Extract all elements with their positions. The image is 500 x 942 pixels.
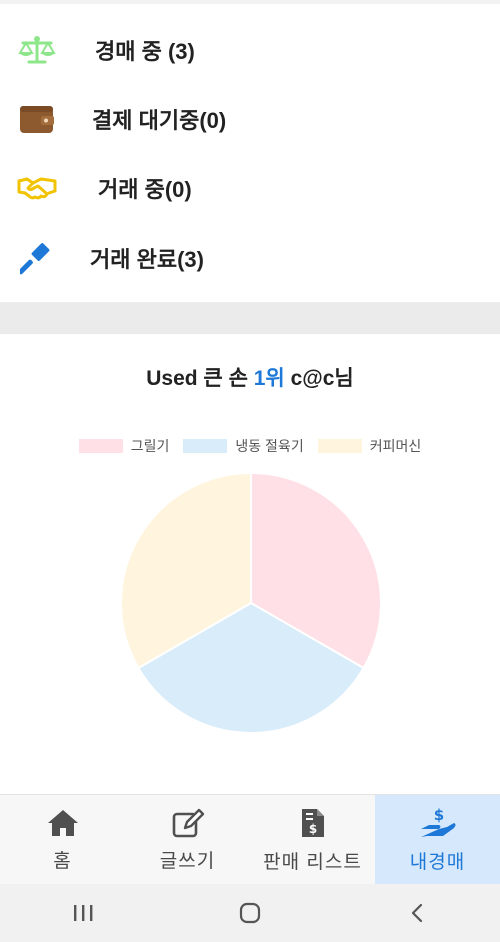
nav-label: 홈 bbox=[53, 850, 72, 872]
status-label: 거래 중(0) bbox=[98, 177, 192, 202]
status-row-payment-waiting[interactable]: 결제 대기중(0) bbox=[0, 95, 500, 143]
edit-icon bbox=[171, 808, 205, 838]
hand-dollar-icon: $ bbox=[419, 807, 457, 839]
home-system-button[interactable] bbox=[220, 893, 280, 933]
status-row-trading[interactable]: 거래 중(0) bbox=[0, 164, 500, 212]
svg-text:$: $ bbox=[433, 807, 443, 824]
legend-label: 냉동 절육기 bbox=[235, 438, 304, 454]
legend-item[interactable]: 그릴기 bbox=[78, 436, 170, 456]
ranking-suffix: c@c님 bbox=[284, 367, 354, 390]
recent-apps-button[interactable] bbox=[53, 893, 113, 933]
ranking-rank: 1위 bbox=[253, 367, 285, 390]
legend-item[interactable]: 커피머신 bbox=[317, 436, 422, 456]
status-row-completed[interactable]: 거래 완료(3) bbox=[0, 234, 500, 282]
status-label: 경매 중 (3) bbox=[95, 39, 195, 64]
gavel-icon bbox=[17, 241, 57, 275]
legend-item[interactable]: 냉동 절육기 bbox=[183, 436, 304, 456]
home-circle-icon bbox=[239, 902, 261, 924]
nav-my-auction[interactable]: $ 내경매 bbox=[375, 795, 500, 885]
wallet-icon bbox=[17, 102, 57, 136]
legend-swatch bbox=[183, 439, 228, 453]
status-label: 결제 대기중(0) bbox=[92, 108, 227, 133]
chart-legend: 그릴기 냉동 절육기 커피머신 bbox=[0, 436, 500, 456]
nav-label: 판매 리스트 bbox=[263, 851, 362, 873]
nav-home[interactable]: 홈 bbox=[0, 795, 125, 885]
invoice-icon: $ bbox=[300, 807, 326, 839]
legend-label: 커피머신 bbox=[369, 438, 422, 454]
svg-text:$: $ bbox=[308, 822, 316, 836]
bottom-nav: 홈 글쓰기 $ 판매 리스트 $ 내경매 bbox=[0, 794, 500, 885]
nav-sales-list[interactable]: $ 판매 리스트 bbox=[250, 795, 375, 885]
ranking-prefix: Used 큰 손 bbox=[146, 367, 254, 390]
ranking-chart-card: Used 큰 손 1위 c@c님 그릴기 냉동 절육기 커피머신 bbox=[0, 334, 500, 794]
home-icon bbox=[46, 808, 80, 838]
status-row-auctioning[interactable]: 경매 중 (3) bbox=[0, 26, 500, 74]
legend-swatch bbox=[317, 439, 362, 453]
status-label: 거래 완료(3) bbox=[90, 247, 204, 272]
back-button[interactable] bbox=[387, 893, 447, 933]
nav-write[interactable]: 글쓰기 bbox=[125, 795, 250, 885]
auction-status-list: 경매 중 (3) 결제 대기중(0) 거래 중(0) 거래 완료(3) bbox=[0, 4, 500, 302]
ranking-title: Used 큰 손 1위 c@c님 bbox=[0, 362, 500, 392]
legend-swatch bbox=[78, 439, 123, 453]
nav-label: 글쓰기 bbox=[159, 850, 216, 872]
scale-icon bbox=[17, 33, 57, 67]
back-chevron-icon bbox=[411, 903, 422, 923]
pie-chart bbox=[120, 472, 382, 734]
section-divider bbox=[0, 302, 500, 334]
recent-apps-icon bbox=[74, 905, 93, 921]
legend-label: 그릴기 bbox=[130, 438, 170, 454]
handshake-icon bbox=[17, 171, 57, 205]
nav-label: 내경매 bbox=[409, 851, 466, 873]
system-nav-bar bbox=[0, 884, 500, 942]
